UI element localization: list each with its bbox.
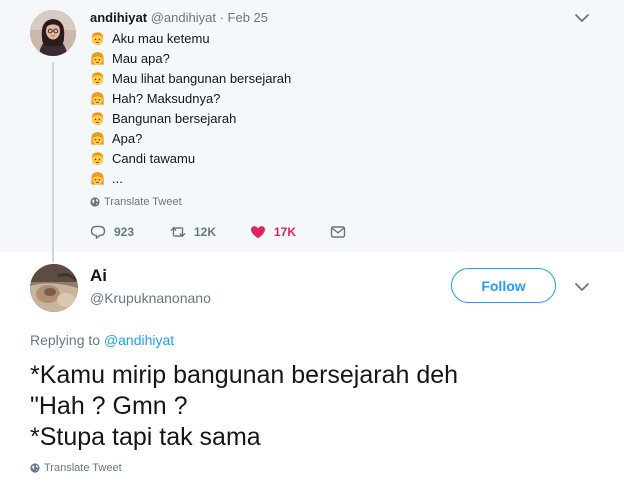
retweet-button[interactable]: 12K bbox=[170, 224, 216, 240]
tweet-line-text: Mau apa? bbox=[112, 50, 170, 66]
tweet-line: Hah? Maksudnya? bbox=[90, 88, 291, 108]
tweet-text: Aku mau ketemu Mau apa? Mau lihat bangun… bbox=[90, 28, 291, 188]
globe-icon bbox=[90, 197, 100, 207]
tweet-line-text: Apa? bbox=[112, 130, 143, 146]
reply-count: 923 bbox=[114, 225, 135, 239]
tweet-line-text: ... bbox=[112, 170, 123, 186]
user-handle[interactable]: @andihiyat bbox=[151, 10, 216, 25]
translate-tweet-link[interactable]: Translate Tweet bbox=[90, 196, 182, 208]
person-emoji-icon bbox=[90, 111, 105, 126]
chevron-down-icon[interactable] bbox=[574, 281, 590, 293]
tweet-date[interactable]: Feb 25 bbox=[228, 10, 268, 25]
translate-label: Translate Tweet bbox=[104, 196, 182, 208]
follow-button[interactable]: Follow bbox=[451, 268, 556, 303]
like-count: 17K bbox=[274, 225, 297, 239]
mention-link[interactable]: @andihiyat bbox=[104, 332, 174, 348]
tweet-line: Bangunan bersejarah bbox=[90, 108, 291, 128]
retweet-count: 12K bbox=[194, 225, 217, 239]
tweet-line-text: Aku mau ketemu bbox=[112, 30, 210, 46]
heart-icon bbox=[251, 226, 265, 239]
parent-tweet[interactable]: andihiyat @andihiyat · Feb 25 Aku mau ke… bbox=[0, 0, 624, 262]
tweet-header: andihiyat @andihiyat · Feb 25 bbox=[90, 10, 268, 25]
like-button[interactable]: 17K bbox=[250, 224, 296, 240]
avatar[interactable] bbox=[30, 264, 78, 312]
meta-separator: · bbox=[219, 10, 224, 25]
tweet-line: ... bbox=[90, 168, 291, 188]
thread-connector-line bbox=[52, 62, 54, 262]
tweet-line: *Stupa tapi tak sama bbox=[30, 423, 261, 451]
tweet-line: Mau lihat bangunan bersejarah bbox=[90, 68, 291, 88]
reply-button[interactable]: 923 bbox=[90, 224, 134, 240]
person-emoji-icon bbox=[90, 51, 105, 66]
person-emoji-icon bbox=[90, 31, 105, 46]
tweet-line-text: Mau lihat bangunan bersejarah bbox=[112, 70, 292, 86]
display-name[interactable]: Ai bbox=[90, 266, 107, 286]
chevron-down-icon[interactable] bbox=[574, 12, 590, 24]
person-emoji-icon bbox=[90, 91, 105, 106]
envelope-icon bbox=[330, 226, 346, 238]
globe-icon bbox=[30, 463, 40, 473]
reply-icon bbox=[90, 225, 106, 239]
tweet-line-text: Candi tawamu bbox=[112, 150, 196, 166]
display-name[interactable]: andihiyat bbox=[90, 10, 147, 25]
direct-message-button[interactable] bbox=[330, 224, 354, 240]
tweet-line-text: Bangunan bersejarah bbox=[112, 110, 237, 126]
replying-to-label: Replying to bbox=[30, 332, 101, 348]
translate-tweet-link[interactable]: Translate Tweet bbox=[30, 462, 122, 474]
person-emoji-icon bbox=[90, 171, 105, 186]
avatar[interactable] bbox=[30, 10, 76, 56]
replying-to: Replying to @andihiyat bbox=[30, 332, 174, 348]
translate-label: Translate Tweet bbox=[44, 462, 122, 474]
tweet-line: Mau apa? bbox=[90, 48, 291, 68]
person-emoji-icon bbox=[90, 151, 105, 166]
user-handle[interactable]: @Krupuknanonano bbox=[90, 290, 211, 306]
tweet-line: Apa? bbox=[90, 128, 291, 148]
person-emoji-icon bbox=[90, 71, 105, 86]
tweet-text: *Kamu mirip bangunan bersejarah deh "Hah… bbox=[30, 360, 458, 453]
tweet-line: Aku mau ketemu bbox=[90, 28, 291, 48]
tweet-line: Candi tawamu bbox=[90, 148, 291, 168]
tweet-line-text: Hah? Maksudnya? bbox=[112, 90, 221, 106]
person-emoji-icon bbox=[90, 131, 105, 146]
retweet-icon bbox=[170, 227, 186, 237]
tweet-line: "Hah ? Gmn ? bbox=[30, 392, 188, 420]
tweet-line: *Kamu mirip bangunan bersejarah deh bbox=[30, 361, 459, 389]
